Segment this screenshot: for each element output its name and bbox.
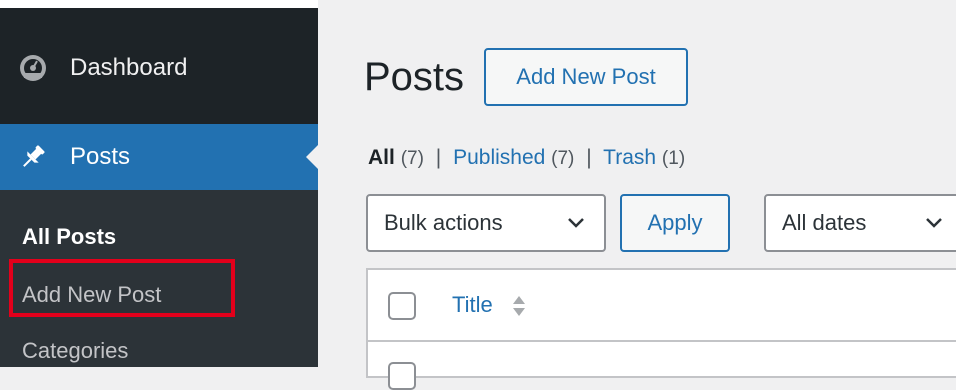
submenu-categories[interactable]: Categories [22, 338, 128, 364]
page-title: Posts [364, 55, 465, 99]
posts-table: Title [366, 268, 956, 390]
menu-item-dashboard[interactable]: Dashboard [0, 30, 318, 106]
main-content: Posts Add New Post All (7) | Published (… [318, 0, 956, 390]
filter-all[interactable]: All [368, 146, 395, 169]
filter-published-count: (7) [551, 148, 575, 169]
highlight-box [9, 259, 235, 317]
admin-sidebar: Dashboard Posts All Posts Add New Post C… [0, 0, 318, 367]
filter-published[interactable]: Published [453, 146, 545, 169]
filter-trash[interactable]: Trash [603, 146, 656, 169]
column-title[interactable]: Title [452, 292, 493, 318]
filter-all-count: (7) [400, 148, 424, 169]
pushpin-icon [23, 145, 45, 167]
filter-separator: | [435, 146, 442, 169]
filter-trash-count: (1) [661, 148, 686, 169]
filter-separator: | [586, 146, 592, 169]
date-filter-select[interactable]: All dates [764, 194, 956, 252]
select-all-checkbox[interactable] [388, 292, 416, 320]
add-new-post-button[interactable]: Add New Post [484, 48, 688, 106]
sort-icon[interactable] [512, 294, 526, 318]
chevron-down-icon [926, 218, 942, 228]
row-checkbox[interactable] [388, 362, 416, 390]
apply-button[interactable]: Apply [620, 194, 730, 252]
submenu-all-posts[interactable]: All Posts [22, 224, 116, 250]
bulk-actions-value: Bulk actions [384, 210, 503, 235]
chevron-down-icon [568, 218, 584, 228]
bulk-actions-select[interactable]: Bulk actions [366, 194, 606, 252]
table-header: Title [368, 270, 956, 342]
active-menu-arrow [306, 145, 318, 169]
date-filter-value: All dates [782, 210, 867, 235]
menu-label-dashboard: Dashboard [70, 54, 188, 81]
menu-label-posts: Posts [70, 143, 131, 170]
post-status-filters: All (7) | Published (7) | Trash (1) [368, 146, 685, 170]
menu-item-posts[interactable]: Posts [0, 124, 318, 190]
top-strip [0, 0, 318, 8]
dashboard-gauge-icon [20, 55, 46, 81]
